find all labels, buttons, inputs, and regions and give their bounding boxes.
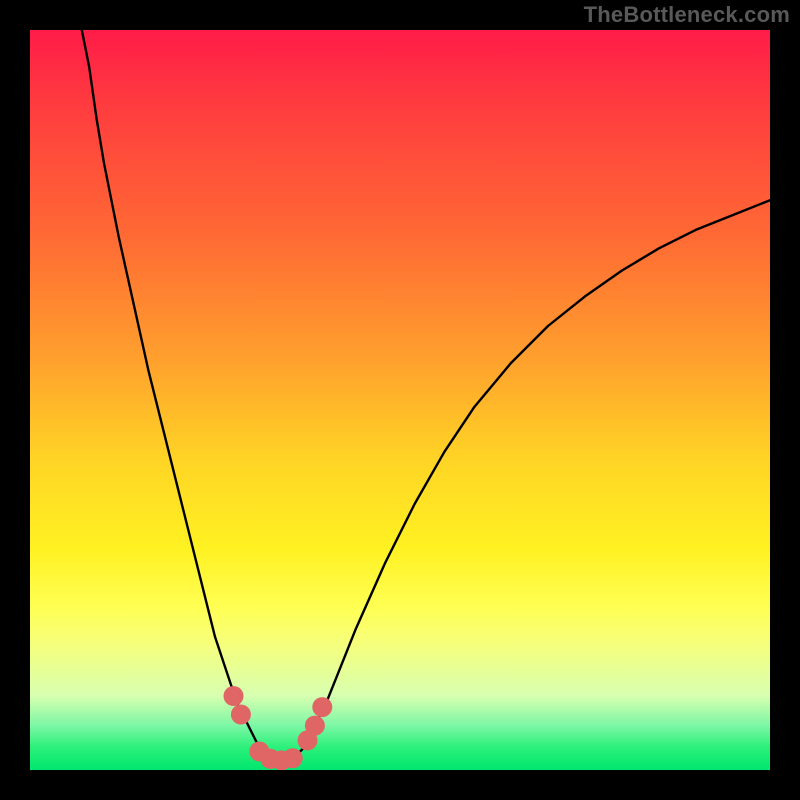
minimum-markers [224, 686, 333, 770]
chart-frame: TheBottleneck.com [0, 0, 800, 800]
plot-area [30, 30, 770, 770]
minimum-marker [231, 705, 251, 725]
minimum-marker [224, 686, 244, 706]
bottleneck-curve [82, 30, 770, 763]
minimum-marker [305, 716, 325, 736]
minimum-marker [283, 748, 303, 768]
watermark-text: TheBottleneck.com [584, 2, 790, 28]
minimum-marker [312, 697, 332, 717]
bottleneck-curve-svg [30, 30, 770, 770]
